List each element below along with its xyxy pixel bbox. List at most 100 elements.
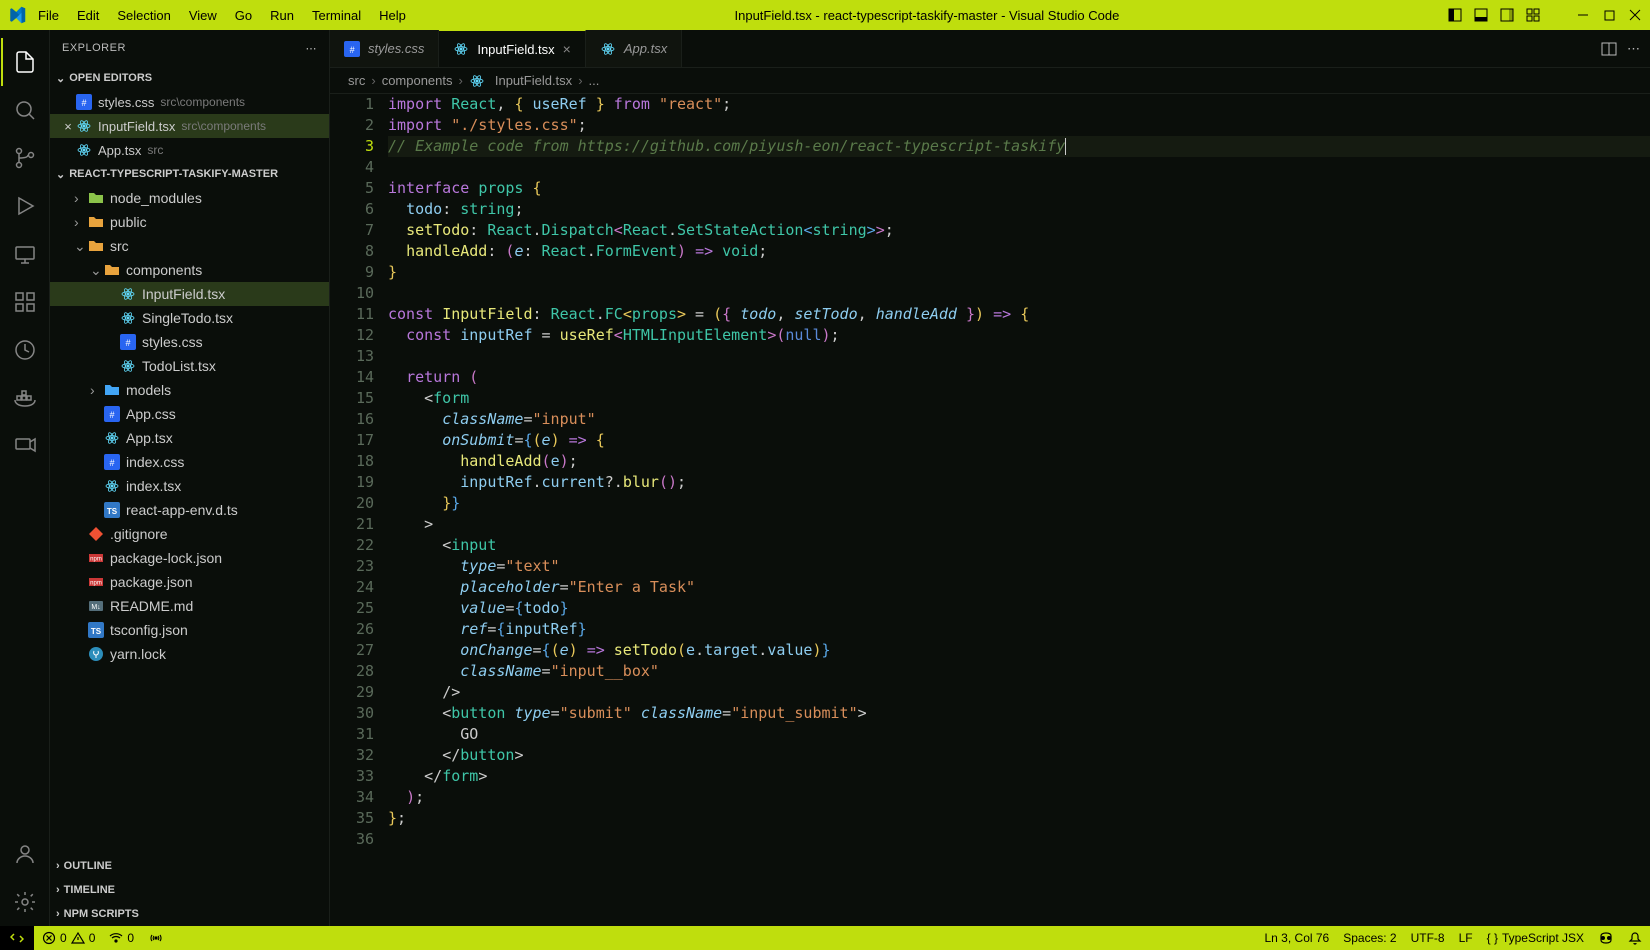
menu-go[interactable]: Go: [235, 8, 252, 23]
tree-item[interactable]: npmpackage.json: [50, 570, 329, 594]
more-icon[interactable]: ⋯: [306, 42, 318, 55]
status-ln-col[interactable]: Ln 3, Col 76: [1265, 931, 1330, 945]
menu-edit[interactable]: Edit: [77, 8, 99, 23]
open-editor-item[interactable]: #styles.csssrc\components: [50, 90, 329, 114]
breadcrumb-item[interactable]: src: [348, 73, 365, 88]
project-section[interactable]: ⌄REACT-TYPESCRIPT-TASKIFY-MASTER: [50, 162, 329, 186]
code-line[interactable]: <button type="submit" className="input_s…: [388, 703, 1650, 724]
code-line[interactable]: GO: [388, 724, 1650, 745]
menu-help[interactable]: Help: [379, 8, 406, 23]
activity-remote[interactable]: [1, 230, 49, 278]
status-encoding[interactable]: UTF-8: [1411, 931, 1445, 945]
activity-extensions[interactable]: [1, 278, 49, 326]
activity-account[interactable]: [1, 830, 49, 878]
open-editor-item[interactable]: ×InputField.tsxsrc\components: [50, 114, 329, 138]
code-line[interactable]: [388, 346, 1650, 367]
code-line[interactable]: <input: [388, 535, 1650, 556]
code-line[interactable]: onChange={(e) => setTodo(e.target.value)…: [388, 640, 1650, 661]
code-line[interactable]: onSubmit={(e) => {: [388, 430, 1650, 451]
code-line[interactable]: import React, { useRef } from "react";: [388, 94, 1650, 115]
code-line[interactable]: const inputRef = useRef<HTMLInputElement…: [388, 325, 1650, 346]
code-line[interactable]: }}: [388, 493, 1650, 514]
code-line[interactable]: >: [388, 514, 1650, 535]
close-icon[interactable]: ×: [563, 41, 571, 57]
code-line[interactable]: [388, 829, 1650, 850]
code-line[interactable]: />: [388, 682, 1650, 703]
timeline-section[interactable]: ›TIMELINE: [50, 878, 329, 902]
code-line[interactable]: <form: [388, 388, 1650, 409]
tab-InputField-tsx[interactable]: InputField.tsx×: [439, 30, 586, 67]
code-line[interactable]: className="input": [388, 409, 1650, 430]
close-icon[interactable]: ×: [60, 119, 76, 134]
status-live-icon[interactable]: [148, 931, 164, 945]
tree-item[interactable]: ›models: [50, 378, 329, 402]
tree-item[interactable]: InputField.tsx: [50, 282, 329, 306]
tree-item[interactable]: index.tsx: [50, 474, 329, 498]
tree-item[interactable]: #index.css: [50, 450, 329, 474]
activity-source-control[interactable]: [1, 134, 49, 182]
code-line[interactable]: inputRef.current?.blur();: [388, 472, 1650, 493]
code-line[interactable]: className="input__box": [388, 661, 1650, 682]
tree-item[interactable]: ⌄components: [50, 258, 329, 282]
tree-item[interactable]: TSreact-app-env.d.ts: [50, 498, 329, 522]
tree-item[interactable]: yarn.lock: [50, 642, 329, 666]
tree-item[interactable]: ⌄src: [50, 234, 329, 258]
activity-explorer[interactable]: [1, 38, 49, 86]
code-line[interactable]: handleAdd(e);: [388, 451, 1650, 472]
tab-App-tsx[interactable]: App.tsx: [586, 30, 682, 67]
code-line[interactable]: [388, 283, 1650, 304]
status-spaces[interactable]: Spaces: 2: [1343, 931, 1396, 945]
tree-item[interactable]: TodoList.tsx: [50, 354, 329, 378]
code-line[interactable]: setTodo: React.Dispatch<React.SetStateAc…: [388, 220, 1650, 241]
layout-panel-icon[interactable]: [1448, 8, 1462, 22]
outline-section[interactable]: ›OUTLINE: [50, 854, 329, 878]
tree-item[interactable]: ›public: [50, 210, 329, 234]
code-line[interactable]: return (: [388, 367, 1650, 388]
editor-body[interactable]: 1234567891011121314151617181920212223242…: [330, 94, 1650, 926]
breadcrumb-item[interactable]: ...: [589, 73, 600, 88]
status-port[interactable]: 0: [109, 931, 134, 945]
code-line[interactable]: [388, 157, 1650, 178]
tree-item[interactable]: ›node_modules: [50, 186, 329, 210]
status-bell-icon[interactable]: [1628, 931, 1642, 945]
activity-run-debug[interactable]: [1, 182, 49, 230]
code-line[interactable]: type="text": [388, 556, 1650, 577]
tree-item[interactable]: npmpackage-lock.json: [50, 546, 329, 570]
activity-docker[interactable]: [1, 374, 49, 422]
breadcrumb-item[interactable]: InputField.tsx: [495, 73, 572, 88]
activity-search[interactable]: [1, 86, 49, 134]
tree-item[interactable]: App.tsx: [50, 426, 329, 450]
tree-item[interactable]: #styles.css: [50, 330, 329, 354]
code-line[interactable]: };: [388, 808, 1650, 829]
remote-indicator[interactable]: [0, 926, 34, 950]
code-line[interactable]: }: [388, 262, 1650, 283]
menu-file[interactable]: File: [38, 8, 59, 23]
more-actions-icon[interactable]: ⋯: [1627, 41, 1640, 57]
code-line[interactable]: const InputField: React.FC<props> = ({ t…: [388, 304, 1650, 325]
layout-customize-icon[interactable]: [1526, 8, 1540, 22]
status-errors[interactable]: 0 0: [42, 931, 95, 945]
code-line[interactable]: interface props {: [388, 178, 1650, 199]
code-line[interactable]: import "./styles.css";: [388, 115, 1650, 136]
code-line[interactable]: );: [388, 787, 1650, 808]
menu-view[interactable]: View: [189, 8, 217, 23]
tree-item[interactable]: .gitignore: [50, 522, 329, 546]
tree-item[interactable]: #App.css: [50, 402, 329, 426]
tree-item[interactable]: M↓README.md: [50, 594, 329, 618]
npm-scripts-section[interactable]: ›NPM SCRIPTS: [50, 902, 329, 926]
status-copilot-icon[interactable]: [1598, 930, 1614, 946]
code-line[interactable]: </form>: [388, 766, 1650, 787]
code-line[interactable]: ref={inputRef}: [388, 619, 1650, 640]
menu-terminal[interactable]: Terminal: [312, 8, 361, 23]
code-line[interactable]: placeholder="Enter a Task": [388, 577, 1650, 598]
layout-right-icon[interactable]: [1500, 8, 1514, 22]
activity-live-share[interactable]: [1, 422, 49, 470]
code-line[interactable]: todo: string;: [388, 199, 1650, 220]
close-icon[interactable]: [1628, 8, 1642, 22]
tab-styles-css[interactable]: #styles.css: [330, 30, 439, 67]
activity-settings[interactable]: [1, 878, 49, 926]
breadcrumbs[interactable]: src›components›InputField.tsx›...: [330, 68, 1650, 94]
split-editor-icon[interactable]: [1601, 41, 1617, 57]
tree-item[interactable]: SingleTodo.tsx: [50, 306, 329, 330]
layout-bottom-icon[interactable]: [1474, 8, 1488, 22]
